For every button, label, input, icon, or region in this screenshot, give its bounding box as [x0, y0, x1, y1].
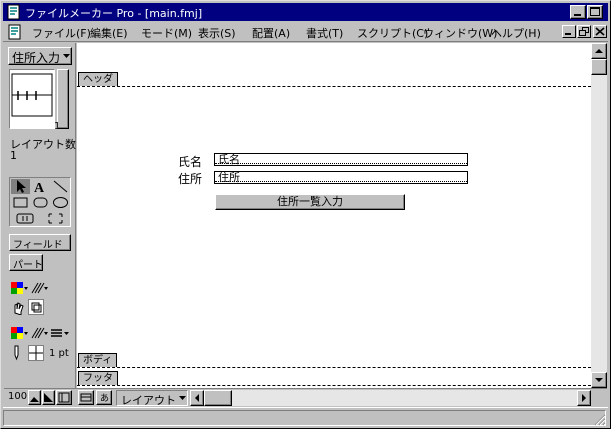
zoom-level: 100 [8, 391, 28, 402]
field-frame-tool-icon[interactable] [41, 211, 70, 226]
toolbar-toggle-icon[interactable] [78, 390, 94, 405]
doc-close-button[interactable] [593, 25, 607, 38]
zoom-out-button[interactable] [28, 390, 41, 405]
layout-count-value: 1 [10, 149, 17, 162]
menu-edit[interactable]: 編集(E) [90, 25, 128, 41]
scroll-down-button[interactable] [591, 372, 607, 388]
mode-selector-label: レイアウト [121, 394, 176, 407]
minimize-button[interactable] [570, 5, 586, 19]
pen-icon [10, 345, 22, 361]
fill-pattern-icon[interactable] [30, 281, 48, 295]
rectangle-tool-icon[interactable] [11, 195, 30, 210]
filemaker-app-icon[interactable] [6, 4, 22, 20]
field-label-address: 住所 [178, 172, 203, 186]
mode-selector[interactable]: レイアウト [116, 390, 188, 407]
fill-color-icon[interactable] [10, 281, 28, 295]
status-area-toggle-icon[interactable] [56, 390, 72, 405]
part-tab-body[interactable]: ボディ [78, 353, 118, 367]
title-bar[interactable]: ファイルメーカー Pro - [main.fmj] [3, 3, 608, 21]
vertical-scrollbar[interactable] [591, 43, 607, 388]
part-tool-button[interactable]: パート [9, 254, 43, 271]
layout-canvas[interactable]: ヘッダ 氏名 氏名 住所 住所 住所一覧入力 ボディ フッタ [77, 43, 591, 388]
line-color-icon[interactable] [10, 326, 28, 340]
layout-book[interactable] [9, 69, 55, 129]
scroll-right-button[interactable] [577, 390, 591, 406]
maximize-button[interactable] [587, 5, 603, 19]
line-width-icon[interactable] [50, 326, 70, 340]
window-title: ファイルメーカー Pro - [main.fmj] [25, 7, 203, 20]
tool-palette: A [9, 177, 71, 227]
menu-file[interactable]: ファイル(F) [32, 25, 91, 41]
line-pattern-icon[interactable] [30, 326, 48, 340]
horizontal-scroll-track[interactable] [232, 390, 577, 406]
application-window: ファイルメーカー Pro - [main.fmj] ファイル(F) 編集(E) … [0, 0, 611, 429]
line-tool-icon[interactable] [51, 179, 70, 194]
text-ruler-icon[interactable]: あ [96, 390, 112, 405]
book-pages-icon [11, 73, 53, 117]
rounded-rectangle-tool-icon[interactable] [31, 195, 50, 210]
address-list-entry-button[interactable]: 住所一覧入力 [215, 194, 405, 210]
horizontal-scroll-thumb[interactable] [204, 390, 232, 406]
chevron-down-icon [179, 396, 186, 400]
field-address[interactable]: 住所 [214, 171, 468, 184]
button-tool-icon[interactable] [11, 211, 40, 226]
menu-view[interactable]: 表示(S) [198, 25, 236, 41]
layout-menu-label: 住所入力 [12, 51, 61, 65]
part-tab-footer[interactable]: フッタ [78, 371, 118, 385]
chevron-down-icon [63, 54, 70, 58]
bottom-control-row: 100 あ レイアウト [4, 388, 607, 407]
doc-restore-button[interactable] [577, 25, 591, 38]
effects-hand-icon[interactable] [10, 299, 26, 316]
field-address-value: 住所 [218, 171, 240, 184]
menu-format[interactable]: 書式(T) [306, 25, 343, 41]
svg-text:A: A [34, 181, 45, 194]
field-tool-label: フィールド [13, 240, 63, 251]
part-boundary-header[interactable] [77, 86, 591, 87]
pointer-tool-icon[interactable] [11, 179, 30, 194]
line-sample-icon[interactable] [28, 345, 44, 361]
scroll-up-button[interactable] [591, 43, 607, 59]
vertical-scroll-thumb[interactable] [591, 59, 607, 75]
menu-scripts[interactable]: スクリプト(C) [357, 25, 428, 41]
part-tab-header[interactable]: ヘッダ [78, 72, 118, 86]
menu-window[interactable]: ウィンドウ(W) [423, 25, 497, 41]
oval-tool-icon[interactable] [51, 195, 70, 210]
part-tool-label: パート [13, 260, 43, 271]
layout-slider[interactable] [57, 69, 69, 129]
part-boundary-footer[interactable] [77, 385, 591, 386]
text-tool-icon[interactable]: A [31, 179, 50, 196]
doc-minimize-button[interactable] [562, 25, 576, 38]
menu-help[interactable]: ヘルプ(H) [491, 25, 541, 41]
field-tool-button[interactable]: フィールド [9, 234, 71, 251]
menu-mode[interactable]: モード(M) [141, 25, 192, 41]
layout-count-label: レイアウト数: [10, 138, 80, 151]
svg-text:あ: あ [100, 393, 109, 404]
menu-arrange[interactable]: 配置(A) [252, 25, 290, 41]
effect-sample-icon[interactable] [28, 299, 44, 315]
part-boundary-body[interactable] [77, 367, 591, 368]
layout-page-number: 1 [54, 121, 61, 132]
field-label-name: 氏名 [178, 155, 203, 169]
resize-grip-icon[interactable] [594, 414, 606, 426]
title-spacer [604, 5, 606, 19]
status-bar [3, 407, 608, 427]
document-icon[interactable] [7, 24, 23, 40]
status-bar-panel [3, 410, 606, 426]
menu-bar: ファイル(F) 編集(E) モード(M) 表示(S) 配置(A) 書式(T) ス… [3, 22, 608, 42]
layout-menu[interactable]: 住所入力 [8, 47, 72, 65]
tool-panel: 住所入力 1 レイアウト数: 1 A フィールド パート 1 pt [4, 43, 80, 388]
line-width-label: 1 pt [49, 348, 69, 359]
scroll-left-button[interactable] [190, 390, 204, 406]
field-name-value: 氏名 [218, 153, 240, 166]
field-name[interactable]: 氏名 [214, 153, 468, 166]
zoom-in-button[interactable] [42, 390, 55, 405]
